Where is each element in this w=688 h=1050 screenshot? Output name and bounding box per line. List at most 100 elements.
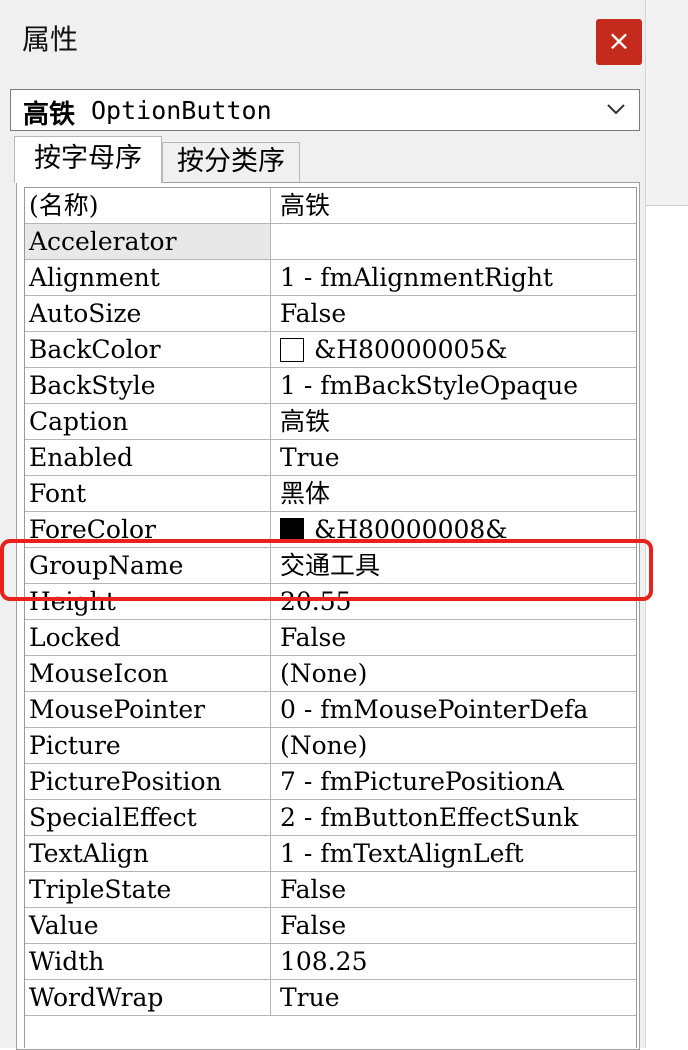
close-button[interactable]: ×: [596, 19, 642, 65]
property-row[interactable]: BackStyle 1 - fmBackStyleOpaque: [25, 368, 636, 404]
property-value[interactable]: 20.55: [272, 584, 636, 619]
property-value-text: False: [280, 911, 347, 940]
property-row[interactable]: TripleState False: [25, 872, 636, 908]
property-value[interactable]: 2 - fmButtonEffectSunk: [272, 800, 636, 835]
property-name[interactable]: BackColor: [25, 332, 271, 367]
title-bar: 属性 ×: [0, 0, 645, 82]
property-row[interactable]: MousePointer 0 - fmMousePointerDefa: [25, 692, 636, 728]
property-row[interactable]: Font 黑体: [25, 476, 636, 512]
property-value-text: (None): [280, 731, 368, 760]
property-value[interactable]: 交通工具: [272, 548, 636, 583]
tab-alphabetic[interactable]: 按字母序: [14, 136, 162, 183]
property-name[interactable]: PicturePosition: [25, 764, 271, 799]
color-swatch-icon: [280, 518, 304, 542]
property-name[interactable]: Caption: [25, 404, 271, 439]
property-value[interactable]: 1 - fmBackStyleOpaque: [272, 368, 636, 403]
property-row[interactable]: Picture (None): [25, 728, 636, 764]
close-icon: ×: [607, 24, 631, 57]
properties-window: 属性 × 高铁 OptionButton 按字母序 按分类序 (名称) 高铁 Acc…: [0, 0, 646, 1050]
property-name[interactable]: GroupName: [25, 548, 271, 583]
property-name[interactable]: BackStyle: [25, 368, 271, 403]
property-row[interactable]: Accelerator: [25, 224, 636, 260]
property-value-text: 高铁: [280, 191, 331, 220]
property-value-text: False: [280, 875, 347, 904]
property-value-text: (None): [280, 659, 368, 688]
property-row[interactable]: WordWrap True: [25, 980, 636, 1016]
chevron-down-icon[interactable]: [607, 102, 625, 116]
property-name[interactable]: Alignment: [25, 260, 271, 295]
property-value-text: 高铁: [280, 407, 331, 436]
property-row[interactable]: Width 108.25: [25, 944, 636, 980]
property-value-text: 7 - fmPicturePositionA: [280, 767, 564, 796]
property-row[interactable]: AutoSize False: [25, 296, 636, 332]
property-name[interactable]: Enabled: [25, 440, 271, 475]
property-name[interactable]: ForeColor: [25, 512, 271, 547]
property-value-text: 20.55: [280, 587, 352, 616]
property-value-text: False: [280, 299, 347, 328]
color-swatch-icon: [280, 338, 304, 362]
property-value[interactable]: True: [272, 980, 636, 1015]
property-row[interactable]: (名称) 高铁: [25, 188, 636, 224]
property-value-text: 108.25: [280, 947, 368, 976]
property-value-text: 0 - fmMousePointerDefa: [280, 695, 589, 724]
property-row[interactable]: TextAlign 1 - fmTextAlignLeft: [25, 836, 636, 872]
property-name[interactable]: (名称): [25, 188, 271, 223]
property-row[interactable]: SpecialEffect 2 - fmButtonEffectSunk: [25, 800, 636, 836]
property-name[interactable]: MousePointer: [25, 692, 271, 727]
object-selector[interactable]: 高铁 OptionButton: [10, 89, 640, 131]
property-value-text: 1 - fmTextAlignLeft: [280, 839, 524, 868]
property-name[interactable]: AutoSize: [25, 296, 271, 331]
property-row[interactable]: GroupName 交通工具: [25, 548, 636, 584]
property-grid-frame: (名称) 高铁 Accelerator Alignment 1 - fmAlignmen…: [16, 182, 640, 1050]
property-value[interactable]: 黑体: [272, 476, 636, 511]
property-name[interactable]: Accelerator: [25, 224, 271, 259]
property-value[interactable]: 1 - fmTextAlignLeft: [272, 836, 636, 871]
tab-categorized[interactable]: 按分类序: [162, 142, 300, 185]
property-value[interactable]: &H80000005&: [272, 332, 636, 367]
property-name[interactable]: Width: [25, 944, 271, 979]
property-name[interactable]: MouseIcon: [25, 656, 271, 691]
property-row[interactable]: ForeColor &H80000008&: [25, 512, 636, 548]
property-value[interactable]: 高铁: [272, 188, 636, 223]
property-value-text: 交通工具: [280, 551, 381, 580]
property-value-text: 1 - fmBackStyleOpaque: [280, 371, 579, 400]
property-value[interactable]: 0 - fmMousePointerDefa: [272, 692, 636, 727]
property-row[interactable]: Enabled True: [25, 440, 636, 476]
property-name[interactable]: SpecialEffect: [25, 800, 271, 835]
property-grid: (名称) 高铁 Accelerator Alignment 1 - fmAlignmen…: [24, 187, 637, 1048]
property-row[interactable]: Alignment 1 - fmAlignmentRight: [25, 260, 636, 296]
property-name[interactable]: Picture: [25, 728, 271, 763]
property-value[interactable]: False: [272, 908, 636, 943]
property-name[interactable]: Locked: [25, 620, 271, 655]
property-value[interactable]: False: [272, 872, 636, 907]
object-type: OptionButton: [91, 96, 272, 125]
property-value[interactable]: [272, 224, 636, 259]
property-name[interactable]: Value: [25, 908, 271, 943]
property-row[interactable]: MouseIcon (None): [25, 656, 636, 692]
property-value[interactable]: 108.25: [272, 944, 636, 979]
property-row[interactable]: Height 20.55: [25, 584, 636, 620]
property-row[interactable]: BackColor &H80000005&: [25, 332, 636, 368]
property-value[interactable]: 1 - fmAlignmentRight: [272, 260, 636, 295]
property-row[interactable]: Caption 高铁: [25, 404, 636, 440]
property-name[interactable]: Height: [25, 584, 271, 619]
property-value-text: False: [280, 623, 347, 652]
property-row[interactable]: Value False: [25, 908, 636, 944]
property-name[interactable]: WordWrap: [25, 980, 271, 1015]
property-value[interactable]: False: [272, 296, 636, 331]
window-title: 属性: [22, 23, 79, 56]
property-row[interactable]: Locked False: [25, 620, 636, 656]
property-name[interactable]: TextAlign: [25, 836, 271, 871]
property-value[interactable]: True: [272, 440, 636, 475]
property-value[interactable]: 高铁: [272, 404, 636, 439]
property-value[interactable]: (None): [272, 728, 636, 763]
property-name[interactable]: Font: [25, 476, 271, 511]
property-value[interactable]: 7 - fmPicturePositionA: [272, 764, 636, 799]
property-value-text: True: [280, 983, 340, 1012]
property-row[interactable]: PicturePosition 7 - fmPicturePositionA: [25, 764, 636, 800]
property-value[interactable]: False: [272, 620, 636, 655]
property-value[interactable]: &H80000008&: [272, 512, 636, 547]
property-value[interactable]: (None): [272, 656, 636, 691]
property-value-text: &H80000008&: [314, 515, 508, 544]
property-name[interactable]: TripleState: [25, 872, 271, 907]
